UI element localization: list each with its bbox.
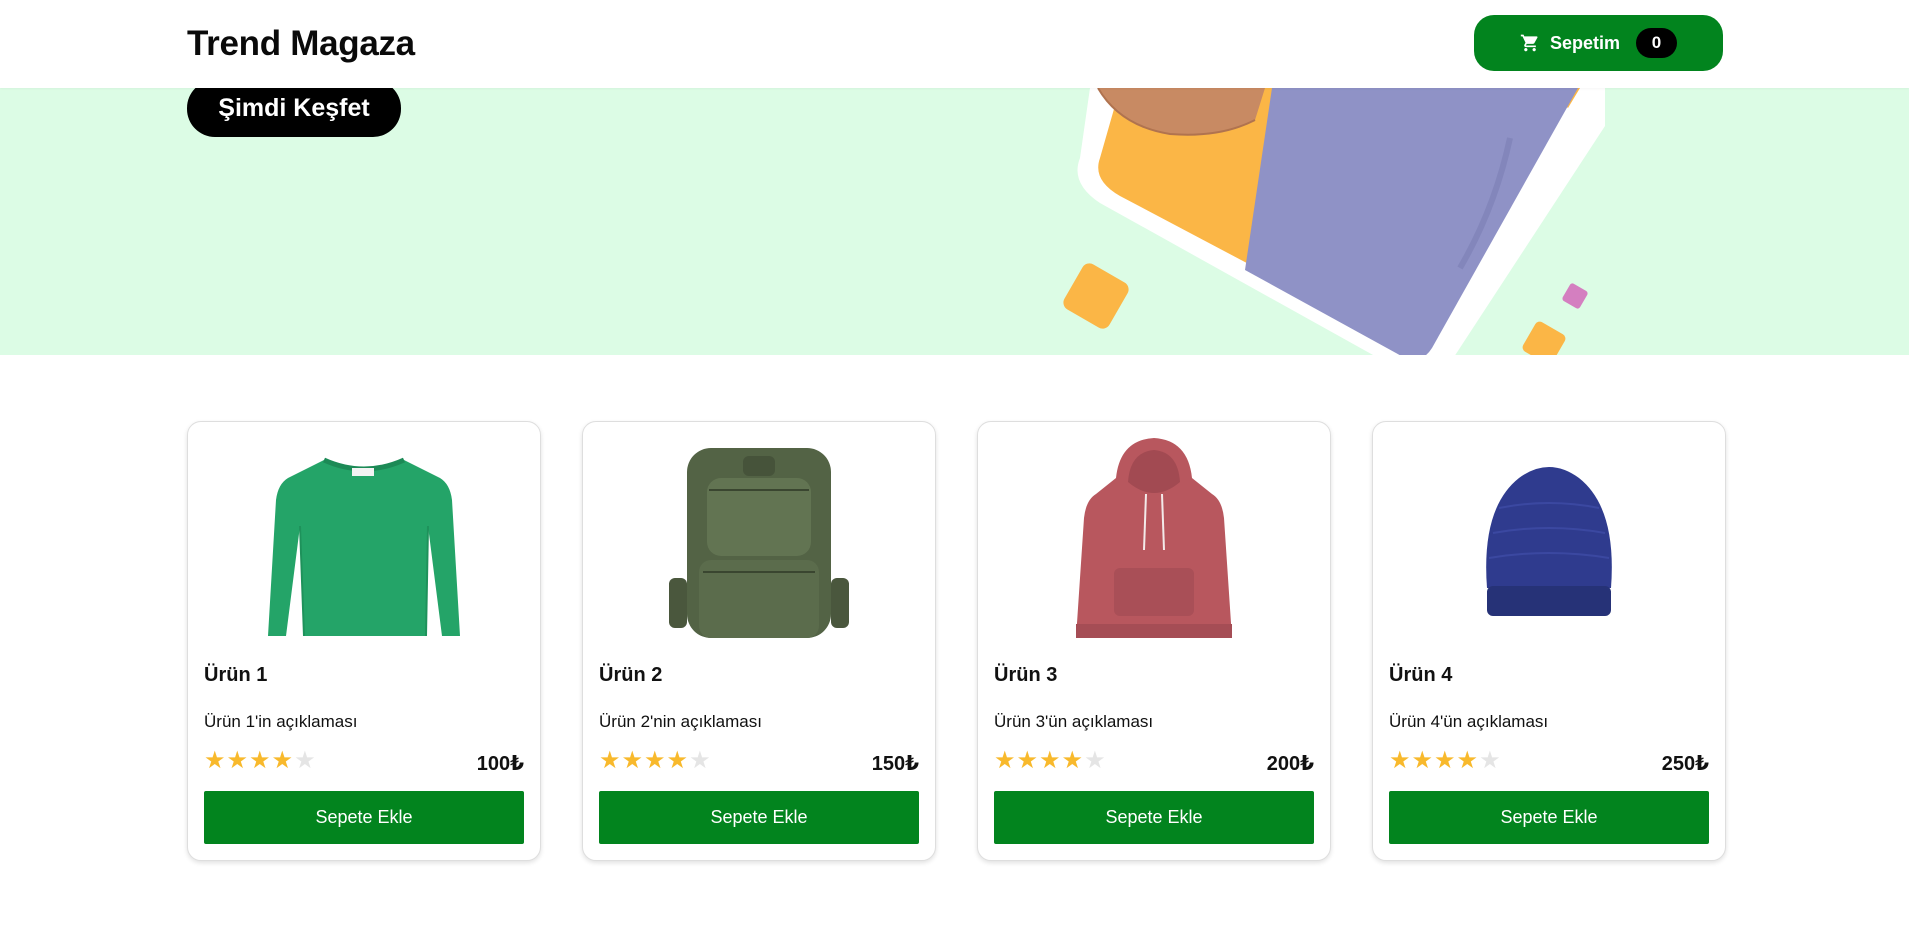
- product-title[interactable]: Ürün 4: [1389, 664, 1452, 687]
- star-icon: ★: [249, 747, 271, 774]
- product-image-blue-beanie[interactable]: [1389, 438, 1709, 638]
- product-title[interactable]: Ürün 2: [599, 664, 662, 687]
- star-icon: ★: [1456, 747, 1479, 774]
- rating-stars: ★ ★ ★ ★ ★: [599, 749, 711, 773]
- star-icon: ★: [204, 747, 226, 774]
- product-description: Ürün 1'in açıklaması: [204, 712, 358, 731]
- star-icon: ★: [1434, 747, 1456, 774]
- product-image-red-hoodie[interactable]: [994, 438, 1314, 638]
- product-price: 250₺: [1661, 753, 1709, 775]
- rating-stars: ★ ★ ★ ★ ★: [1389, 749, 1501, 773]
- star-empty-icon: ★: [294, 747, 316, 774]
- add-to-cart-button[interactable]: Sepete Ekle: [1389, 791, 1709, 844]
- site-header: Trend Magaza Sepetim 0: [0, 0, 1909, 88]
- explore-now-button[interactable]: Şimdi Keşfet: [187, 88, 401, 137]
- rating-stars: ★ ★ ★ ★ ★: [994, 749, 1106, 773]
- star-empty-icon: ★: [1479, 747, 1501, 774]
- star-icon: ★: [1061, 747, 1084, 774]
- add-to-cart-button[interactable]: Sepete Ekle: [994, 791, 1314, 844]
- star-icon: ★: [644, 747, 666, 774]
- star-icon: ★: [271, 747, 294, 774]
- star-icon: ★: [1389, 747, 1411, 774]
- product-price: 150₺: [871, 753, 919, 775]
- product-card: Ürün 1 Ürün 1'in açıklaması ★ ★ ★ ★ ★ 100₺ S…: [187, 421, 541, 861]
- star-icon: ★: [1039, 747, 1061, 774]
- star-icon: ★: [599, 747, 621, 774]
- product-card: Ürün 4 Ürün 4'ün açıklaması ★ ★ ★ ★ ★ 250₺ S…: [1372, 421, 1726, 861]
- product-description: Ürün 2'nin açıklaması: [599, 712, 762, 731]
- star-empty-icon: ★: [689, 747, 711, 774]
- hero-model-image: [1063, 88, 1605, 355]
- cart-count-badge: 0: [1636, 28, 1678, 58]
- star-icon: ★: [226, 747, 249, 774]
- hero-banner: Şimdi Keşfet: [0, 88, 1909, 355]
- product-image-green-sweater[interactable]: [204, 438, 524, 638]
- add-to-cart-button[interactable]: Sepete Ekle: [599, 791, 919, 844]
- product-card: Ürün 2 Ürün 2'nin açıklaması ★ ★ ★ ★ ★ 150₺ …: [582, 421, 936, 861]
- star-icon: ★: [1411, 747, 1434, 774]
- rating-stars: ★ ★ ★ ★ ★: [204, 749, 316, 773]
- star-icon: ★: [994, 747, 1016, 774]
- cart-label: Sepetim: [1549, 32, 1621, 53]
- product-card: Ürün 3 Ürün 3'ün açıklaması ★ ★ ★ ★ ★ 200₺ S…: [977, 421, 1331, 861]
- star-icon: ★: [1016, 747, 1039, 774]
- star-empty-icon: ★: [1084, 747, 1106, 774]
- star-icon: ★: [666, 747, 689, 774]
- add-to-cart-button[interactable]: Sepete Ekle: [204, 791, 524, 844]
- star-icon: ★: [621, 747, 644, 774]
- product-description: Ürün 3'ün açıklaması: [994, 712, 1154, 731]
- product-price: 100₺: [476, 753, 524, 775]
- product-price: 200₺: [1266, 753, 1314, 775]
- product-image-olive-backpack[interactable]: [599, 438, 919, 638]
- product-grid: Ürün 1 Ürün 1'in açıklaması ★ ★ ★ ★ ★ 100₺ S…: [187, 421, 1726, 861]
- brand-logo-text[interactable]: Trend Magaza: [187, 24, 415, 64]
- product-description: Ürün 4'ün açıklaması: [1389, 712, 1549, 731]
- cart-button[interactable]: Sepetim 0: [1474, 15, 1723, 71]
- product-title[interactable]: Ürün 1: [204, 664, 267, 687]
- cart-icon: [1520, 33, 1540, 53]
- product-title[interactable]: Ürün 3: [994, 664, 1057, 687]
